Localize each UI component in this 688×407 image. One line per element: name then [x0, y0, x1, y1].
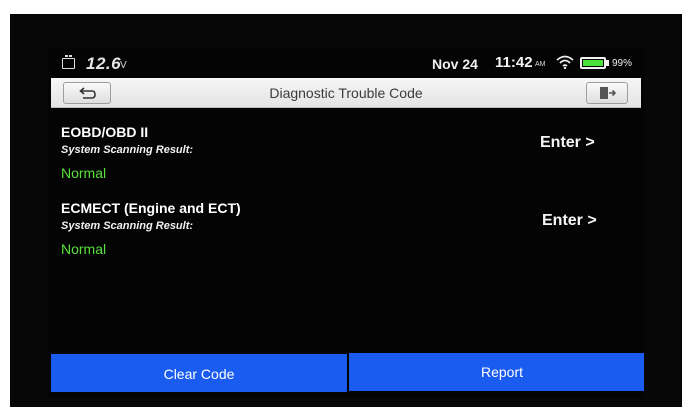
- bottom-action-bar: Clear Code Report: [51, 353, 644, 392]
- wifi-icon: [556, 55, 574, 69]
- battery-car-icon: [62, 55, 75, 69]
- status-date: Nov 24: [432, 56, 478, 72]
- page-title: Diagnostic Trouble Code: [269, 85, 423, 101]
- battery-icon: [580, 57, 606, 69]
- voltage-value: 12.6: [86, 54, 122, 73]
- title-bar: Diagnostic Trouble Code: [51, 78, 641, 108]
- report-button[interactable]: Report: [349, 353, 644, 391]
- battery-tip: [606, 60, 609, 66]
- clear-code-button[interactable]: Clear Code: [51, 354, 347, 392]
- system-name: ECMECT (Engine and ECT): [61, 200, 241, 216]
- system-row-eobd: EOBD/OBD II System Scanning Result: Norm…: [48, 124, 644, 190]
- enter-button-ecmect[interactable]: Enter >: [542, 212, 597, 230]
- system-name: EOBD/OBD II: [61, 124, 149, 140]
- battery-percent: 99%: [612, 58, 633, 69]
- scan-result-status: Normal: [61, 165, 107, 181]
- status-bar: 12.6 V Nov 24 11:42 AM 99%: [48, 48, 644, 78]
- voltage-unit: V: [120, 60, 127, 71]
- device-screen: 12.6 V Nov 24 11:42 AM 99% Diagnostic Tr…: [48, 48, 644, 398]
- scan-result-label: System Scanning Result:: [61, 144, 194, 156]
- exit-button[interactable]: [586, 82, 628, 104]
- enter-button-eobd[interactable]: Enter >: [540, 134, 595, 152]
- exit-door-icon: [600, 87, 617, 99]
- scan-result-label: System Scanning Result:: [61, 220, 194, 232]
- status-time: 11:42: [495, 54, 533, 71]
- status-ampm: AM: [535, 61, 546, 68]
- battery-level-fill: [583, 60, 603, 66]
- system-row-ecmect: ECMECT (Engine and ECT) System Scanning …: [48, 200, 644, 266]
- scan-result-status: Normal: [61, 241, 107, 257]
